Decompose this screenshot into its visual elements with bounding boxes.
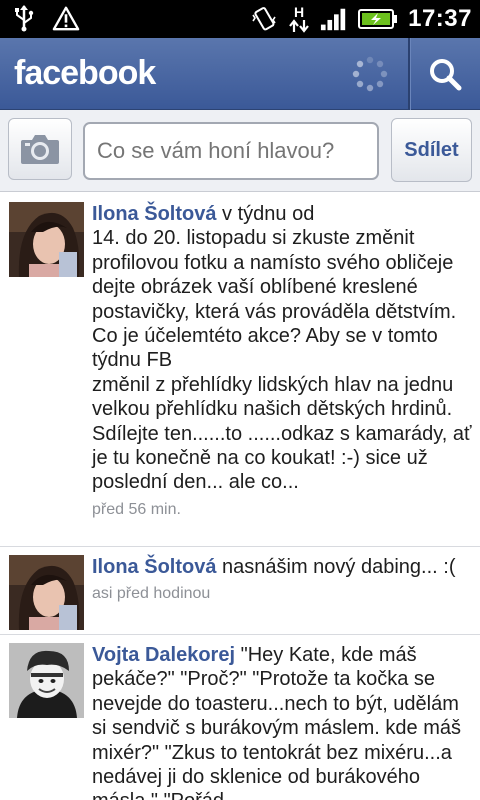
status-composer: Sdílet — [0, 110, 480, 192]
app-header: facebook — [0, 38, 480, 110]
usb-icon — [10, 4, 38, 32]
search-button[interactable] — [410, 38, 480, 110]
avatar[interactable] — [9, 643, 84, 718]
news-feed[interactable]: Ilona Šoltová v týdnu od 14. do 20. list… — [0, 192, 480, 800]
author-name[interactable]: Vojta Dalekorej — [92, 644, 235, 666]
status-bar: H 17:37 — [0, 0, 480, 38]
avatar[interactable] — [9, 202, 84, 277]
avatar[interactable] — [9, 555, 84, 630]
camera-icon — [21, 135, 59, 164]
story-body: nasnášim nový dabing... :( — [222, 556, 456, 578]
author-name[interactable]: Ilona Šoltová — [92, 203, 216, 225]
vibrate-icon — [250, 5, 278, 33]
share-button[interactable]: Sdílet — [391, 118, 472, 182]
story-body: v týdnu od 14. do 20. listopadu si zkust… — [92, 203, 472, 494]
hspa-data-icon: H — [288, 5, 310, 33]
status-input[interactable] — [83, 122, 379, 180]
camera-button[interactable] — [8, 118, 72, 180]
loading-spinner-icon — [352, 56, 388, 92]
battery-charging-icon — [358, 5, 398, 33]
story-text: Ilona Šoltová v týdnu od 14. do 20. list… — [92, 202, 472, 495]
story-text: Ilona Šoltová nasnášim nový dabing... :( — [92, 555, 472, 579]
feed-story[interactable]: Ilona Šoltová nasnášim nový dabing... :(… — [0, 547, 480, 635]
timestamp: před 56 min. — [92, 500, 181, 518]
author-name[interactable]: Ilona Šoltová — [92, 556, 216, 578]
clock: 17:37 — [408, 5, 472, 32]
facebook-logo[interactable]: facebook — [14, 54, 156, 93]
network-type-label: H — [294, 4, 305, 20]
signal-icon — [320, 5, 348, 33]
story-text: Vojta Dalekorej "Hey Kate, kde máš pekáč… — [92, 643, 472, 800]
timestamp: asi před hodinou — [92, 585, 211, 603]
feed-story[interactable]: Vojta Dalekorej "Hey Kate, kde máš pekáč… — [0, 635, 480, 800]
search-icon — [430, 59, 462, 91]
story-body: "Hey Kate, kde máš pekáče?" "Proč?" "Pro… — [92, 644, 462, 800]
warning-icon — [52, 4, 80, 32]
feed-story[interactable]: Ilona Šoltová v týdnu od 14. do 20. list… — [0, 192, 480, 547]
